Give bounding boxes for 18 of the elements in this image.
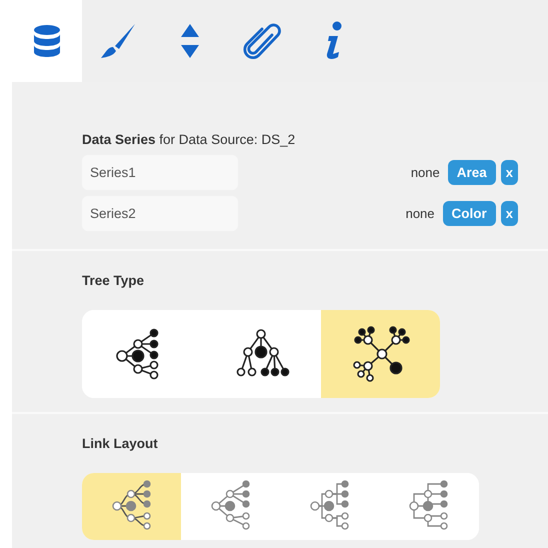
tab[interactable]: [12, 0, 82, 82]
section-heading: Link Layout: [82, 436, 159, 451]
link-layout-option[interactable]: [82, 473, 182, 540]
section-heading: Tree Type: [82, 273, 146, 288]
mapping-text: none: [410, 165, 440, 180]
role-button[interactable]: Color: [442, 201, 496, 226]
info-icon: [324, 21, 344, 61]
paperclip-icon: [242, 21, 282, 61]
remove-button[interactable]: x: [500, 160, 518, 185]
tree-type-option[interactable]: [320, 310, 440, 398]
database-icon: [33, 24, 61, 58]
mapping-text: none: [406, 206, 435, 221]
remove-button[interactable]: x: [500, 201, 518, 226]
sort-arrows-icon: [180, 22, 200, 60]
series-name-field[interactable]: Series2: [82, 196, 238, 231]
section-heading: Data Series for Data Source: DS_2: [82, 132, 296, 147]
series-name-field[interactable]: Series1: [82, 155, 238, 190]
role-button[interactable]: Area: [448, 160, 496, 185]
